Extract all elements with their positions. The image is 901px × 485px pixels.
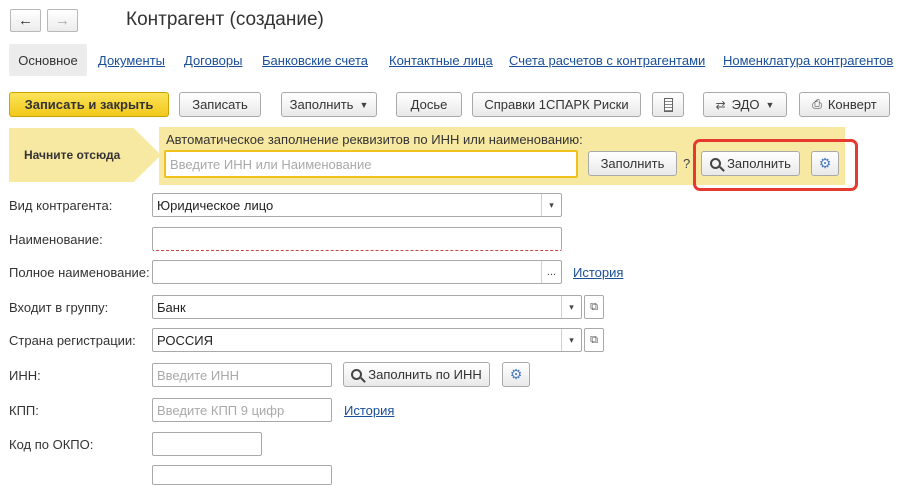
save-button[interactable]: Записать xyxy=(179,92,261,117)
gear-icon: ⚙ xyxy=(509,366,523,382)
ellipsis-icon[interactable]: ... xyxy=(541,261,561,283)
tab-bank-accounts[interactable]: Банковские счета xyxy=(262,53,368,68)
tab-documents[interactable]: Документы xyxy=(98,53,165,68)
arrow-left-icon: ← xyxy=(18,12,33,29)
okpo-label: Код по ОКПО: xyxy=(9,437,94,452)
inn-input[interactable]: Введите ИНН xyxy=(152,363,332,387)
edo-label: ЭДО xyxy=(731,97,760,112)
report-button[interactable] xyxy=(652,92,684,117)
printer-icon: ⎙ xyxy=(812,97,822,111)
chevron-down-icon[interactable]: ▾ xyxy=(561,329,581,351)
name-input[interactable] xyxy=(152,227,562,251)
group-label: Входит в группу: xyxy=(9,300,109,315)
dossier-button[interactable]: Досье xyxy=(396,92,462,117)
full-name-input[interactable]: ... xyxy=(152,260,562,284)
okpo-input[interactable] xyxy=(152,432,262,456)
country-value: РОССИЯ xyxy=(157,332,214,348)
document-list-icon xyxy=(663,97,673,112)
envelope-label: Конверт xyxy=(827,97,877,112)
chevron-down-icon[interactable]: ▾ xyxy=(561,296,581,318)
tab-main[interactable]: Основное xyxy=(9,44,87,76)
inn-label: ИНН: xyxy=(9,368,41,383)
full-name-history-link[interactable]: История xyxy=(573,265,623,280)
country-select[interactable]: РОССИЯ ▾ xyxy=(152,328,582,352)
back-button[interactable]: ← xyxy=(10,9,41,32)
autofill-fill-button[interactable]: Заполнить xyxy=(588,151,677,176)
autofill-search-input[interactable]: Введите ИНН или Наименование xyxy=(164,150,578,178)
help-icon[interactable]: ? xyxy=(683,156,690,171)
fill-label: Заполнить xyxy=(289,97,354,112)
country-label: Страна регистрации: xyxy=(9,333,136,348)
open-icon[interactable]: ⧉ xyxy=(584,295,604,319)
chevron-down-icon: ▼ xyxy=(765,99,775,110)
kind-select[interactable]: Юридическое лицо ▾ xyxy=(152,193,562,217)
chevron-down-icon: ▼ xyxy=(359,99,369,110)
group-select[interactable]: Банк ▾ xyxy=(152,295,582,319)
arrow-right-icon: → xyxy=(55,12,70,29)
autofill-placeholder: Введите ИНН или Наименование xyxy=(170,156,372,172)
highlight-frame xyxy=(693,139,858,191)
fill-by-inn-label: Заполнить по ИНН xyxy=(368,367,482,382)
save-and-close-button[interactable]: Записать и закрыть xyxy=(9,92,169,117)
fill-by-inn-button[interactable]: Заполнить по ИНН xyxy=(343,362,490,387)
autofill-caption: Автоматическое заполнение реквизитов по … xyxy=(166,132,583,147)
edo-button[interactable]: ⇄ ЭДО ▼ xyxy=(703,92,787,117)
forward-button[interactable]: → xyxy=(47,9,78,32)
page-title: Контрагент (создание) xyxy=(126,9,324,30)
tab-contact-persons[interactable]: Контактные лица xyxy=(389,53,493,68)
next-field-input[interactable] xyxy=(152,465,332,485)
kind-label: Вид контрагента: xyxy=(9,198,113,213)
group-value: Банк xyxy=(157,299,186,315)
kind-value: Юридическое лицо xyxy=(157,197,274,213)
tab-contracts[interactable]: Договоры xyxy=(184,53,242,68)
tab-settlement-accounts[interactable]: Счета расчетов с контрагентами xyxy=(509,53,705,68)
kpp-history-link[interactable]: История xyxy=(344,403,394,418)
inn-placeholder: Введите ИНН xyxy=(157,367,239,383)
magnifier-icon xyxy=(351,369,363,380)
envelope-button[interactable]: ⎙ Конверт xyxy=(799,92,890,117)
edo-icon: ⇄ xyxy=(715,97,726,112)
open-icon[interactable]: ⧉ xyxy=(584,328,604,352)
start-here-label: Начните отсюда xyxy=(24,148,121,162)
spark-reports-button[interactable]: Справки 1СПАРК Риски xyxy=(472,92,641,117)
tab-nomenclature[interactable]: Номенклатура контрагентов xyxy=(723,53,893,68)
kpp-label: КПП: xyxy=(9,403,39,418)
chevron-down-icon[interactable]: ▾ xyxy=(541,194,561,216)
inn-settings-button[interactable]: ⚙ xyxy=(502,362,530,387)
full-name-label: Полное наименование: xyxy=(9,265,150,280)
fill-dropdown-button[interactable]: Заполнить ▼ xyxy=(281,92,377,117)
name-label: Наименование: xyxy=(9,232,103,247)
kpp-input[interactable]: Введите КПП 9 цифр xyxy=(152,398,332,422)
kpp-placeholder: Введите КПП 9 цифр xyxy=(157,402,285,418)
